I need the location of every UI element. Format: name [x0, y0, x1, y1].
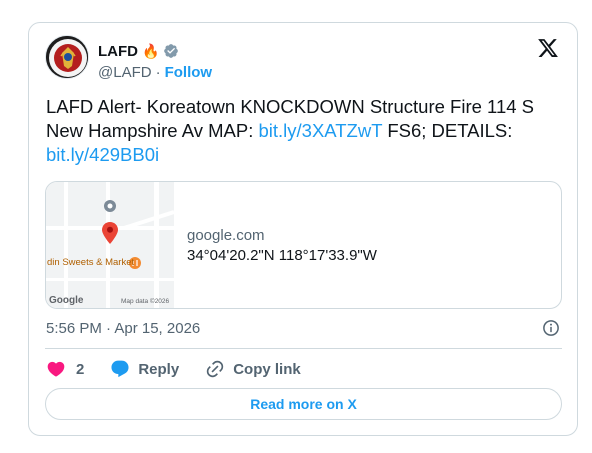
reply-bubble-icon — [111, 360, 129, 378]
link-card-domain: google.com — [187, 226, 265, 244]
read-more-button[interactable]: Read more on X — [45, 388, 562, 420]
avatar[interactable] — [45, 35, 89, 79]
author-name[interactable]: LAFD — [98, 43, 138, 60]
fire-icon: 🔥 — [142, 43, 160, 59]
copy-link-icon — [207, 360, 224, 378]
lafd-seal-icon — [46, 36, 88, 78]
like-button[interactable]: 2 — [46, 359, 84, 379]
map-place-label: din Sweets & Market — [47, 257, 135, 268]
embedded-tweet-card: LAFD 🔥 @LAFD · Follow LAFD Alert- Koreat… — [28, 22, 578, 436]
follow-button[interactable]: Follow — [165, 64, 213, 81]
tweet-timestamp[interactable]: 5:56 PM · Apr 15, 2026 — [46, 320, 200, 337]
reply-button[interactable]: Reply — [110, 359, 179, 379]
map-attribution: Map data ©2026 — [121, 298, 170, 305]
separator-dot: · — [155, 64, 161, 81]
google-logo: Google — [49, 295, 84, 306]
x-logo-icon[interactable] — [537, 37, 559, 59]
map-thumbnail: din Sweets & Market Google Map data ©202… — [46, 182, 175, 308]
link-card-meta: google.com 34°04'20.2"N 118°17'33.9"W — [174, 182, 377, 308]
author-handle[interactable]: @LAFD — [98, 64, 152, 81]
map-link[interactable]: bit.ly/3XATZwT — [258, 120, 382, 141]
author-handle-row: @LAFD · Follow — [98, 64, 212, 81]
tweet-actions: 2 Reply Copy link — [46, 357, 327, 381]
map-pin-icon — [102, 222, 118, 244]
divider — [45, 348, 562, 349]
heart-icon — [47, 361, 65, 377]
verified-badge-icon — [164, 44, 179, 58]
map-image — [46, 182, 175, 308]
author-name-row: LAFD 🔥 — [98, 40, 179, 62]
link-card-coords: 34°04'20.2"N 118°17'33.9"W — [187, 246, 377, 264]
copy-link-button[interactable]: Copy link — [205, 359, 301, 379]
like-count: 2 — [76, 360, 85, 378]
info-icon[interactable] — [542, 319, 560, 337]
tweet-text-part: FS6; DETAILS: — [382, 120, 513, 141]
reply-label: Reply — [138, 360, 180, 378]
link-preview-card[interactable]: din Sweets & Market Google Map data ©202… — [45, 181, 562, 309]
copy-link-label: Copy link — [233, 360, 301, 378]
tweet-text: LAFD Alert- Koreatown KNOCKDOWN Structur… — [46, 95, 566, 167]
details-link[interactable]: bit.ly/429BB0i — [46, 144, 159, 165]
